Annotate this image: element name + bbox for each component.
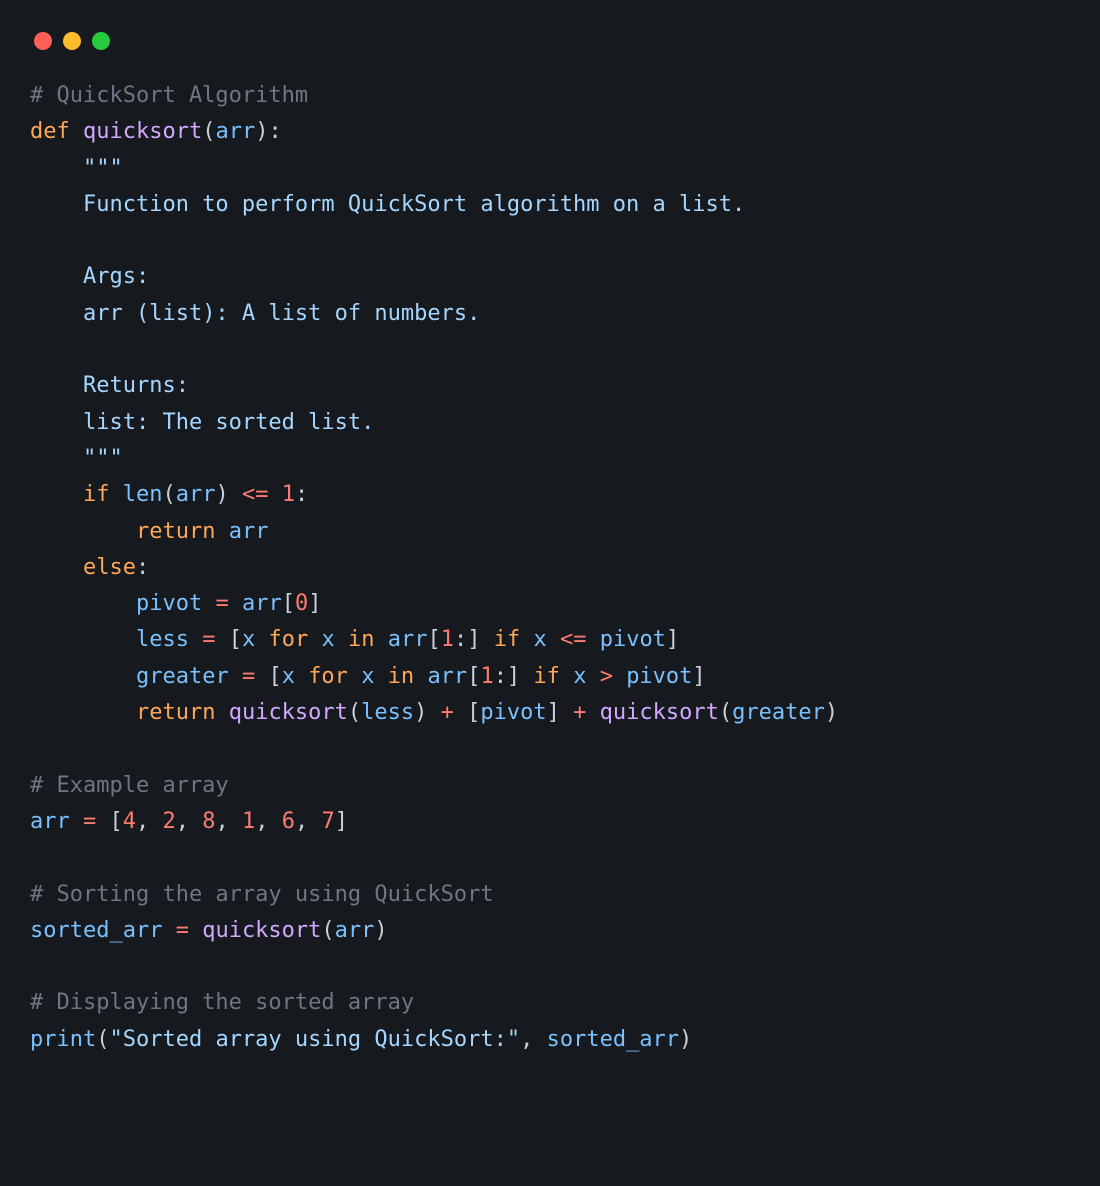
number-literal: 6 [282,809,295,834]
ident-less: less [136,627,189,652]
ident: arr [388,627,428,652]
keyword-for: for [268,627,308,652]
ident: arr [176,482,216,507]
number-literal: 7 [322,809,335,834]
ident: arr [229,519,269,544]
keyword-if: if [83,482,110,507]
func-call: quicksort [600,700,719,725]
func-call: quicksort [229,700,348,725]
ident: x [321,627,334,652]
docstring-open: """ [83,156,123,181]
docstring-line: list: The sorted list. [83,410,374,435]
ident-greater: greater [136,664,229,689]
ident: sorted_arr [547,1027,679,1052]
ident-pivot: pivot [136,591,202,616]
keyword-in: in [348,627,375,652]
number-literal: 1 [282,482,295,507]
keyword-def: def [30,119,70,144]
code-block[interactable]: # QuickSort Algorithm def quicksort(arr)… [30,78,1070,1058]
keyword-if: if [533,664,560,689]
maximize-icon[interactable] [92,32,110,50]
string-literal: "Sorted array using QuickSort:" [109,1027,520,1052]
ident: arr [30,809,70,834]
comment-line: # QuickSort Algorithm [30,83,308,108]
ident-sorted: sorted_arr [30,918,162,943]
docstring-line: Args: [83,264,149,289]
keyword-if: if [494,627,521,652]
docstring-line: arr (list): A list of numbers. [83,301,480,326]
func-name: quicksort [83,119,202,144]
keyword-for: for [308,664,348,689]
number-literal: 2 [163,809,176,834]
docstring-close: """ [83,446,123,471]
docstring-line: Returns: [83,373,189,398]
func-call: quicksort [202,918,321,943]
comment-line: # Sorting the array using QuickSort [30,882,494,907]
ident: arr [335,918,375,943]
ident: pivot [480,700,546,725]
keyword-else: else [83,555,136,580]
builtin-len: len [123,482,163,507]
ident: greater [732,700,825,725]
keyword-return: return [136,519,215,544]
builtin-print: print [30,1027,96,1052]
comment-line: # Displaying the sorted array [30,990,414,1015]
param-arr: arr [215,119,255,144]
window-titlebar [30,26,1070,78]
docstring-line: Function to perform QuickSort algorithm … [83,192,745,217]
ident: x [533,627,546,652]
ident: less [361,700,414,725]
minimize-icon[interactable] [63,32,81,50]
ident: x [282,664,295,689]
keyword-in: in [388,664,415,689]
comment-line: # Example array [30,773,229,798]
ident: pivot [600,627,666,652]
keyword-return: return [136,700,215,725]
ident: pivot [626,664,692,689]
close-icon[interactable] [34,32,52,50]
number-literal: 0 [295,591,308,616]
number-literal: 1 [480,664,493,689]
number-literal: 8 [202,809,215,834]
ident: x [242,627,255,652]
ident: x [573,664,586,689]
number-literal: 4 [123,809,136,834]
ident: arr [427,664,467,689]
code-window: # QuickSort Algorithm def quicksort(arr)… [0,0,1100,1186]
ident: x [361,664,374,689]
ident: arr [242,591,282,616]
number-literal: 1 [242,809,255,834]
number-literal: 1 [441,627,454,652]
